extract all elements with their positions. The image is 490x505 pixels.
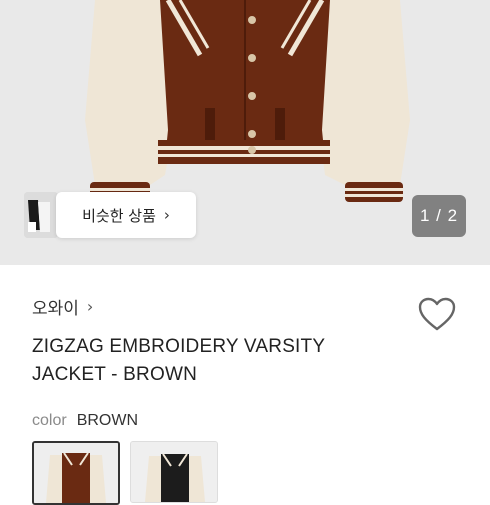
color-selection-label: color BROWN [32, 412, 138, 430]
color-label: color [32, 412, 67, 429]
chevron-right-icon: › [86, 297, 94, 316]
similar-product-thumbnail [24, 192, 58, 238]
brand-link[interactable]: 오와이 › [32, 294, 93, 319]
product-title-line-2: JACKET - BROWN [32, 364, 198, 385]
brand-name: 오와이 [32, 299, 79, 319]
color-option-brown[interactable] [32, 441, 120, 505]
product-image-carousel[interactable]: 비슷한 상품 › 1 / 2 [0, 0, 490, 265]
similar-products-button[interactable]: 비슷한 상품 › [56, 192, 196, 238]
chevron-right-icon: › [163, 206, 170, 224]
product-title: ZIGZAG EMBROIDERY VARSITY JACKET - BROWN [32, 333, 362, 389]
color-option-black[interactable] [130, 441, 218, 503]
heart-icon[interactable] [417, 296, 457, 332]
image-page-indicator: 1 / 2 [412, 195, 466, 237]
product-title-line-1: ZIGZAG EMBROIDERY VARSITY [32, 336, 326, 357]
color-value: BROWN [76, 412, 139, 429]
similar-products-label: 비슷한 상품 [82, 206, 156, 225]
